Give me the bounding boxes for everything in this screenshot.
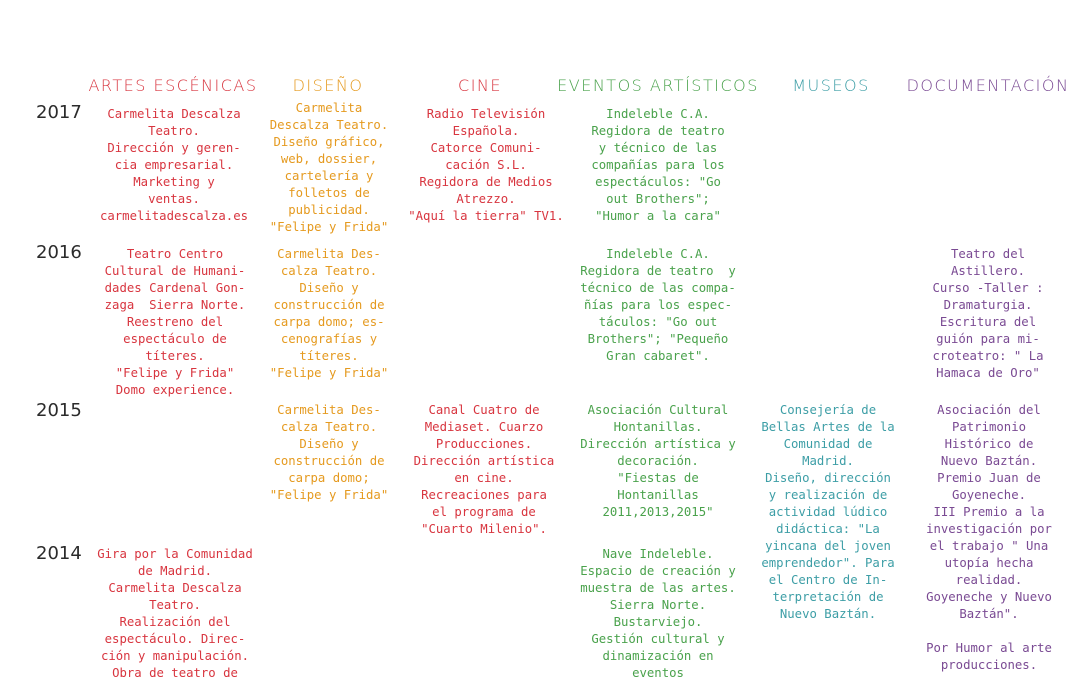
year-2017: 2017	[36, 102, 82, 123]
cell-2015-museos: Consejería de Bellas Artes de la Comunid…	[761, 403, 895, 621]
cell-2016-diseno: Carmelita Des- calza Teatro. Diseño y co…	[269, 247, 389, 380]
header-eventos-artisticos: EVENTOS ARTÍSTICOS	[557, 75, 759, 95]
cell-2016-artes-escenicas: Teatro Centro Cultural de Humani- dades …	[104, 247, 246, 397]
cell-2015-eventos: Asociación Cultural Hontanillas. Direcci…	[580, 403, 736, 519]
year-2014: 2014	[36, 543, 82, 564]
cell-2014-eventos: Nave Indeleble. Espacio de creación y mu…	[580, 547, 736, 680]
cell-2017-diseno: Carmelita Descalza Teatro. Diseño gráfic…	[269, 101, 389, 234]
cell-2014-artes-escenicas: Gira por la Comunidad de Madrid. Carmeli…	[97, 547, 253, 680]
cell-2015-cine: Canal Cuatro de Mediaset. Cuarzo Producc…	[413, 403, 555, 536]
cell-2015-diseno: Carmelita Des- calza Teatro. Diseño y co…	[269, 403, 389, 502]
cell-2017-artes-escenicas: Carmelita Descalza Teatro. Dirección y g…	[99, 107, 249, 223]
header-cine: CINE	[458, 75, 502, 95]
cell-2016-eventos: Indeleble C.A. Regidora de teatro y técn…	[580, 247, 736, 363]
cell-2015-documentacion: Asociación del Patrimonio Histórico de N…	[926, 403, 1052, 672]
year-2016: 2016	[36, 242, 82, 263]
header-museos: MUSEOS	[792, 75, 870, 95]
header-documentacion: DOCUMENTACIÓN	[906, 75, 1070, 95]
cell-2017-eventos: Indeleble C.A. Regidora de teatro y técn…	[591, 107, 725, 223]
header-diseno: DISEÑO	[292, 75, 364, 95]
year-2015: 2015	[36, 400, 82, 421]
header-artes-escenicas: ARTES ESCÉNICAS	[88, 75, 258, 95]
cell-2016-documentacion: Teatro del Astillero. Curso -Taller : Dr…	[932, 247, 1044, 380]
cell-2017-cine: Radio Televisión Española. Catorce Comun…	[408, 107, 564, 223]
